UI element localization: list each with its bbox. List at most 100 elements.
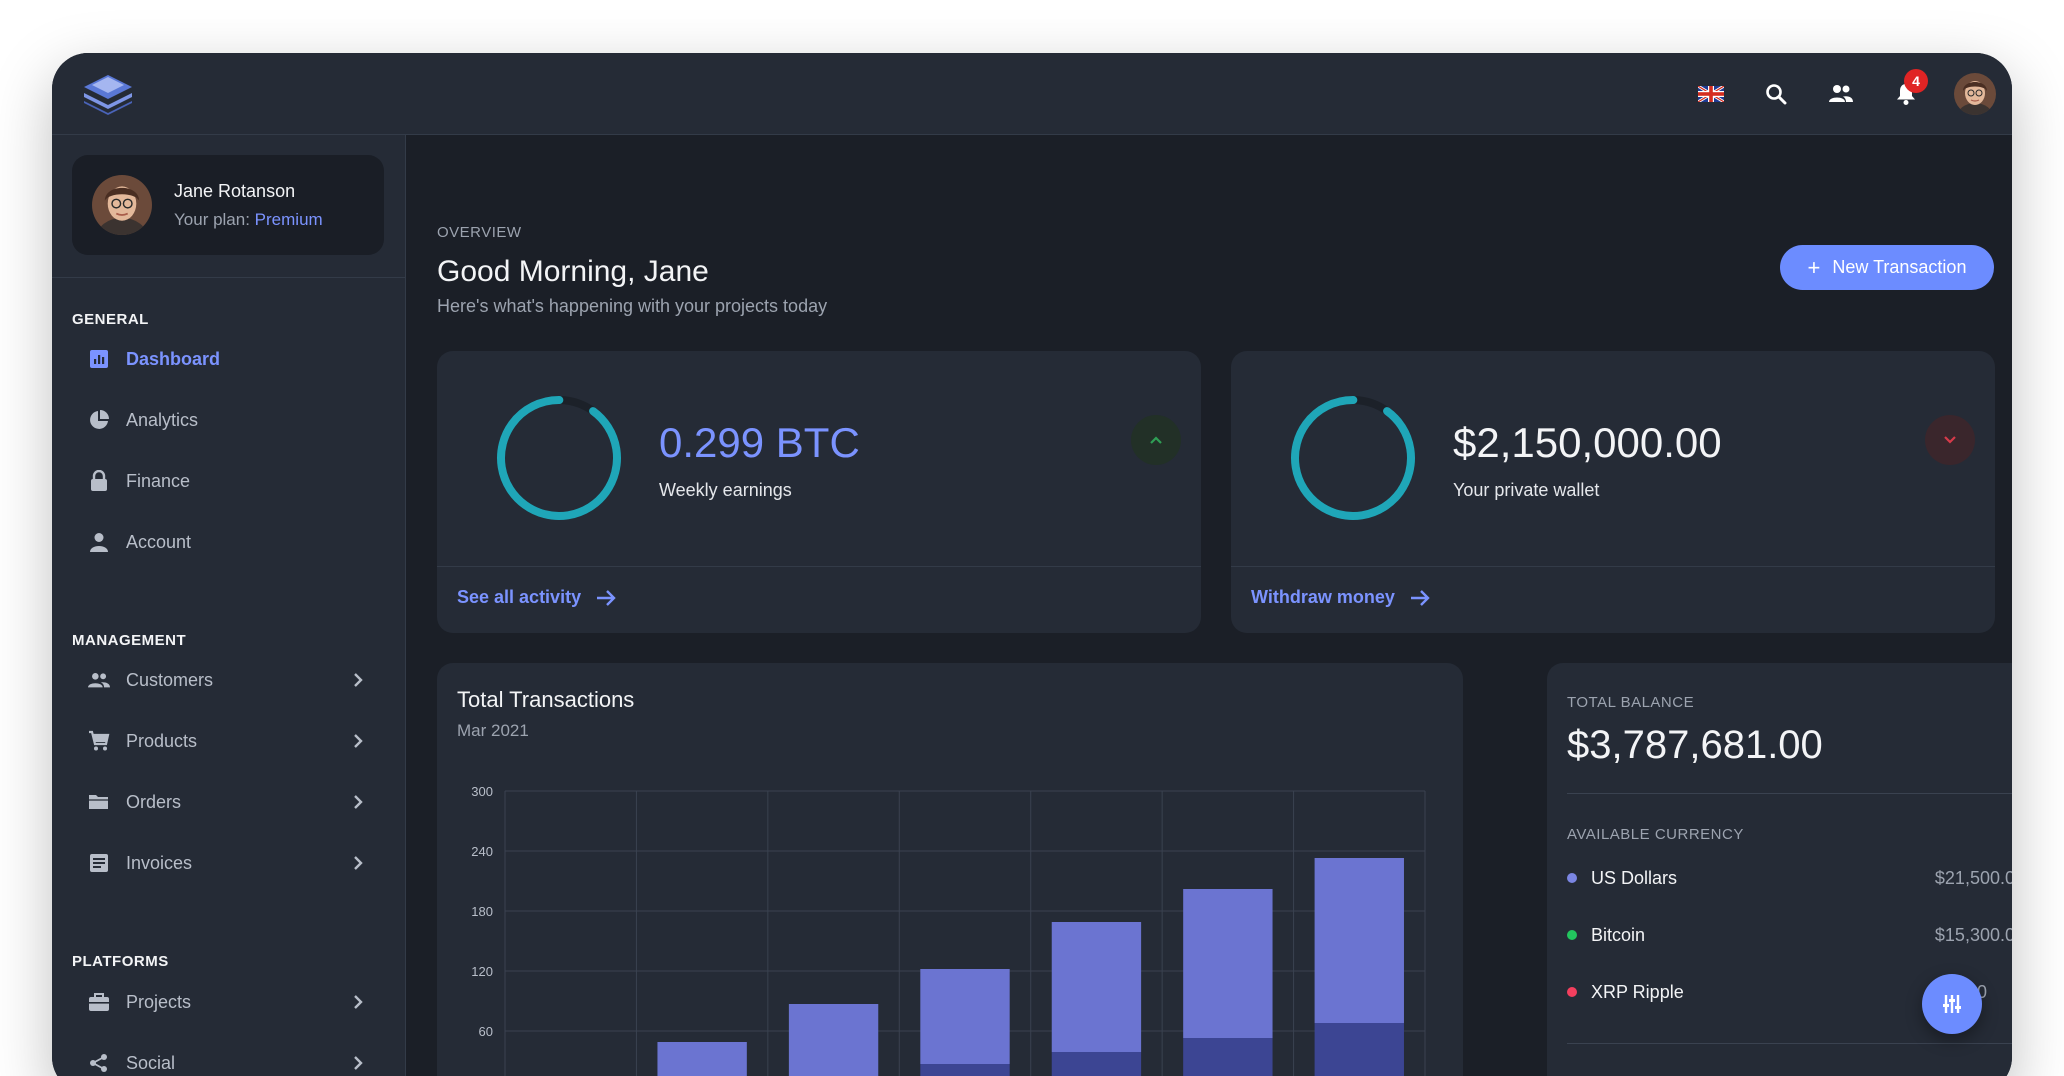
arrow-right-icon [597, 589, 616, 606]
y-tick-label: 60 [479, 1024, 493, 1039]
sidebar-divider [52, 277, 406, 278]
notifications-bell-icon[interactable]: 4 [1873, 53, 1938, 135]
y-tick-label: 120 [471, 964, 493, 979]
withdraw-money-link[interactable]: Withdraw money [1251, 587, 1431, 608]
chart-bar [1051, 1052, 1142, 1076]
section-management: MANAGEMENT [72, 632, 187, 649]
available-currency-label: AVAILABLE CURRENCY [1567, 826, 1744, 843]
total-balance-label: TOTAL BALANCE [1567, 694, 1695, 711]
settings-sliders-button[interactable] [1922, 974, 1982, 1034]
sidebar-item-invoices[interactable]: Invoices [72, 839, 384, 887]
y-tick-label: 300 [471, 784, 493, 799]
pie-chart-icon [88, 409, 110, 431]
chart-bar [920, 1064, 1010, 1076]
sidebar-item-label: Finance [126, 470, 191, 491]
sidebar-item-products[interactable]: Products [72, 717, 384, 765]
transactions-period: Mar 2021 [457, 721, 529, 740]
sidebar-item-label: Dashboard [126, 348, 221, 369]
chart-bar [1314, 858, 1404, 1023]
user-avatar[interactable] [1954, 73, 1996, 115]
chevron-right-icon [354, 795, 363, 809]
chevron-right-icon [354, 856, 363, 870]
user-card[interactable]: Jane Rotanson Your plan: Premium [72, 155, 384, 255]
chart-bar [1314, 1023, 1404, 1076]
currency-amount: $15,300.00 [1934, 924, 2012, 945]
private-wallet-card: $2,150,000.00 Your private wallet Withdr… [1231, 351, 1995, 633]
user-card-avatar [92, 175, 152, 235]
currency-row[interactable]: Bitcoin $15,300.00 [1567, 920, 2012, 950]
sidebar-item-analytics[interactable]: Analytics [72, 396, 384, 444]
sidebar-item-projects[interactable]: Projects [72, 978, 384, 1026]
see-all-activity-link[interactable]: See all activity [457, 587, 617, 608]
notification-badge: 4 [1904, 69, 1928, 93]
currency-dot-icon [1567, 987, 1577, 997]
chart-bar [657, 1042, 747, 1076]
currency-row[interactable]: US Dollars $21,500.00 [1567, 863, 2012, 893]
see-all-activity-label: See all activity [457, 587, 582, 607]
sidebar-item-account[interactable]: Account [72, 518, 384, 566]
wallet-label: Your private wallet [1453, 480, 1600, 500]
sidebar-item-orders[interactable]: Orders [72, 778, 384, 826]
new-transaction-label: New Transaction [1832, 257, 1967, 277]
wallet-progress-ring [1291, 396, 1415, 520]
page-subtitle: Here's what's happening with your projec… [437, 296, 828, 316]
briefcase-icon [88, 991, 110, 1013]
language-flag-icon[interactable] [1678, 53, 1743, 135]
chart-bar [788, 1004, 879, 1076]
sidebar-item-finance[interactable]: Finance [72, 457, 384, 505]
new-transaction-button[interactable]: + New Transaction [1780, 245, 1994, 290]
share-icon [88, 1052, 110, 1074]
dashboard-icon [88, 348, 110, 370]
y-tick-label: 240 [471, 844, 493, 859]
sidebar-item-label: Invoices [126, 852, 193, 873]
sidebar-item-label: Account [126, 531, 192, 552]
sidebar-item-social[interactable]: Social [72, 1039, 384, 1076]
card-divider [437, 566, 1201, 567]
section-platforms: PLATFORMS [72, 953, 169, 970]
user-name: Jane Rotanson [174, 180, 296, 201]
balance-divider [1567, 793, 2012, 794]
transactions-bar-chart: 60 120 180 240 300 [471, 784, 1426, 1076]
app-window: 4 Jane Rotanson Your plan: Premium GENER… [52, 53, 2012, 1076]
chart-bar [1051, 922, 1142, 1052]
card-divider [1231, 566, 1995, 567]
chart-bar [920, 969, 1010, 1064]
withdraw-money-label: Withdraw money [1251, 587, 1395, 607]
page-title: Good Morning, Jane [437, 255, 709, 288]
search-icon[interactable] [1743, 53, 1808, 135]
sidebar-item-dashboard[interactable]: Dashboard [72, 335, 384, 383]
main-content: OVERVIEW Good Morning, Jane Here's what'… [407, 135, 2012, 1076]
sidebar-item-label: Customers [126, 669, 214, 690]
sidebar-item-label: Projects [126, 991, 192, 1012]
arrow-right-icon [1410, 589, 1430, 606]
chevron-right-icon [354, 1056, 363, 1070]
contacts-icon[interactable] [1808, 53, 1873, 135]
wallet-value: $2,150,000.00 [1453, 419, 1722, 466]
cart-icon [88, 730, 110, 752]
user-plan: Your plan: Premium [174, 210, 323, 230]
total-balance-value: $3,787,681.00 [1567, 723, 1823, 767]
wallet-progress-arc [1291, 396, 1415, 520]
sidebar-item-label: Social [126, 1052, 176, 1073]
total-transactions-card: Total Transactions Mar 2021 60 120 180 240 3… [437, 663, 1463, 1076]
plus-icon: + [1807, 254, 1821, 280]
user-plan-link[interactable]: Premium [255, 210, 323, 229]
chart-bar [1183, 889, 1273, 1038]
trend-up-icon[interactable] [1131, 415, 1181, 465]
trend-down-icon[interactable] [1925, 415, 1975, 465]
sidebar-item-label: Products [126, 730, 198, 751]
sidebar-item-customers[interactable]: Customers [72, 656, 384, 704]
earnings-value: 0.299 BTC [659, 419, 860, 466]
weekly-earnings-card: 0.299 BTC Weekly earnings See all activi… [437, 351, 1201, 633]
user-plan-prefix: Your plan: [174, 209, 250, 229]
sidebar-item-label: Analytics [126, 409, 199, 430]
sliders-icon [1943, 995, 1961, 1013]
app-logo[interactable] [80, 71, 136, 117]
earnings-label: Weekly earnings [659, 480, 792, 500]
section-general: GENERAL [72, 311, 149, 328]
currency-amount: $21,500.00 [1934, 867, 2012, 888]
transactions-title: Total Transactions [457, 687, 635, 712]
people-icon [88, 669, 110, 691]
chevron-right-icon [354, 673, 363, 687]
currency-dot-icon [1567, 873, 1577, 883]
